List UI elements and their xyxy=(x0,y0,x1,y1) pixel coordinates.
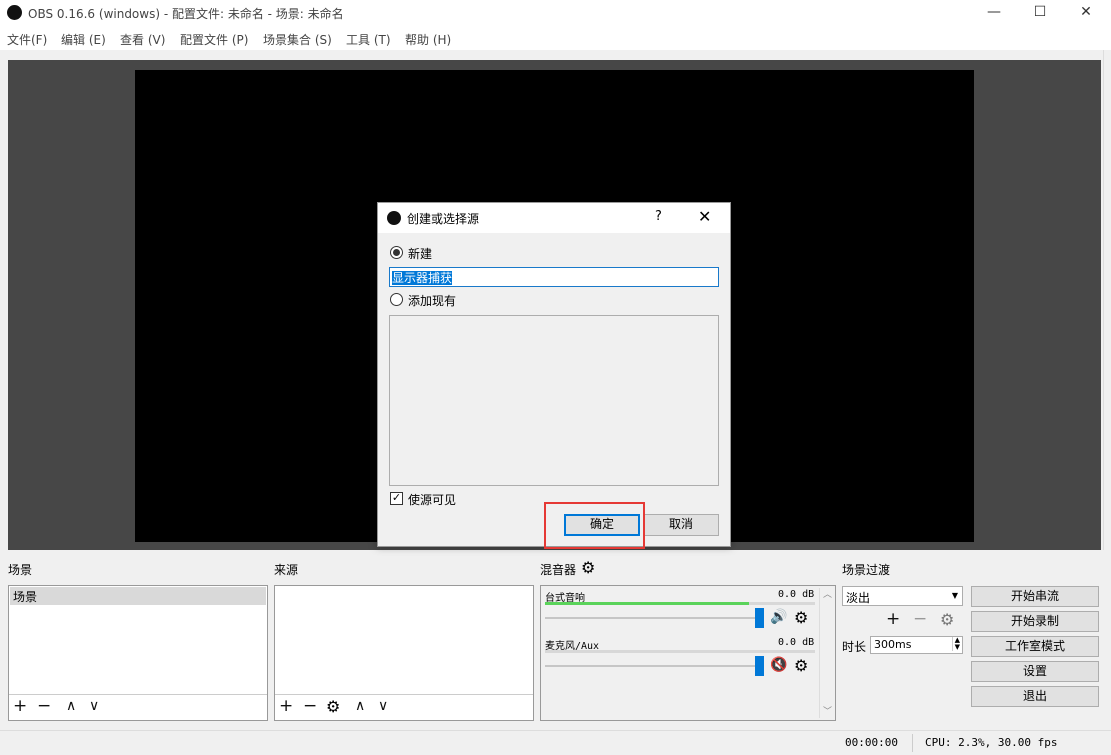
menu-file[interactable]: 文件(F) xyxy=(7,31,47,48)
transitions-label: 场景过渡 xyxy=(842,563,891,577)
make-visible-checkbox[interactable]: ✓ xyxy=(390,492,403,505)
dialog-title: 创建或选择源 xyxy=(407,212,480,226)
source-name-value: 显示器捕获 xyxy=(392,271,453,285)
menu-bar: 文件(F) 编辑 (E) 查看 (V) 配置文件 (P) 场景集合 (S) 工具… xyxy=(0,26,1111,50)
close-window-button[interactable]: ✕ xyxy=(1063,0,1109,26)
cpu-fps: CPU: 2.3%, 30.00 fps xyxy=(925,736,1058,749)
minimize-button[interactable]: — xyxy=(971,0,1017,26)
volume-slider-handle[interactable] xyxy=(755,656,764,676)
volume-slider-handle[interactable] xyxy=(755,608,764,628)
chevron-down-icon: ▼ xyxy=(951,591,958,600)
menu-edit[interactable]: 编辑 (E) xyxy=(61,31,106,48)
scene-up-button[interactable]: ∧ xyxy=(66,698,76,715)
menu-scene-collection[interactable]: 场景集合 (S) xyxy=(263,31,332,48)
volume-meter-level xyxy=(545,602,749,605)
remove-source-button[interactable]: − xyxy=(303,698,317,715)
right-scrollbar[interactable] xyxy=(1103,50,1111,550)
duration-label: 时长 xyxy=(842,640,867,654)
cancel-button[interactable]: 取消 xyxy=(643,514,719,536)
make-visible-label: 使源可见 xyxy=(408,493,457,507)
menu-profile[interactable]: 配置文件 (P) xyxy=(180,31,248,48)
remove-transition-button[interactable]: − xyxy=(913,611,927,628)
scene-list-item[interactable]: 场景 xyxy=(10,587,266,605)
stream-time: 00:00:00 xyxy=(845,736,898,749)
remove-scene-button[interactable]: − xyxy=(37,698,51,715)
add-source-button[interactable]: + xyxy=(279,698,293,715)
duration-input[interactable]: 300ms ▲ ▼ xyxy=(870,636,963,654)
divider xyxy=(9,694,267,695)
obs-logo-icon xyxy=(7,5,22,20)
obs-logo-icon xyxy=(387,211,401,225)
mixer-label: 混音器 xyxy=(540,563,577,577)
channel-gear-icon[interactable]: ⚙ xyxy=(794,608,808,627)
transition-select[interactable]: 淡出 ▼ xyxy=(842,586,963,606)
sources-label: 来源 xyxy=(274,563,299,577)
transition-gear-icon[interactable]: ⚙ xyxy=(940,610,954,629)
source-name-input[interactable]: 显示器捕获 xyxy=(389,267,719,287)
radio-new-label: 新建 xyxy=(408,247,433,261)
studio-mode-button[interactable]: 工作室模式 xyxy=(971,636,1099,657)
source-up-button[interactable]: ∧ xyxy=(355,698,365,715)
channel-db: 0.0 dB xyxy=(778,637,815,648)
transition-select-value: 淡出 xyxy=(846,591,871,605)
scenes-label: 场景 xyxy=(8,563,33,577)
add-transition-button[interactable]: + xyxy=(886,611,900,628)
settings-button[interactable]: 设置 xyxy=(971,661,1099,682)
speaker-icon[interactable]: 🔊 xyxy=(770,609,787,625)
radio-add-existing-label: 添加现有 xyxy=(408,294,457,308)
radio-add-existing[interactable] xyxy=(390,293,403,306)
volume-meter-track xyxy=(545,650,815,653)
source-down-button[interactable]: ∨ xyxy=(378,698,388,715)
spinner-icon[interactable]: ▲ ▼ xyxy=(951,637,960,651)
status-bar: 00:00:00 CPU: 2.3%, 30.00 fps xyxy=(0,730,1111,755)
maximize-button[interactable]: ☐ xyxy=(1017,0,1063,26)
radio-new[interactable] xyxy=(390,246,403,259)
divider xyxy=(912,734,913,752)
mixer-panel: 台式音响 0.0 dB 🔊 ⚙ 麦克风/Aux 0.0 dB 🔇 ⚙ ︿ ﹀ xyxy=(540,585,836,721)
menu-view[interactable]: 查看 (V) xyxy=(120,31,165,48)
highlight-box xyxy=(544,502,645,549)
dialog-title-bar: 创建或选择源 ? ✕ xyxy=(378,203,730,233)
muted-speaker-icon[interactable]: 🔇 xyxy=(770,657,787,673)
mixer-gear-icon[interactable]: ⚙ xyxy=(581,558,595,577)
volume-slider[interactable] xyxy=(545,617,755,619)
source-properties-gear-icon[interactable]: ⚙ xyxy=(326,698,340,715)
help-button[interactable]: ? xyxy=(655,209,662,224)
dialog-close-button[interactable]: ✕ xyxy=(698,207,711,226)
menu-help[interactable]: 帮助 (H) xyxy=(405,31,451,48)
exit-button[interactable]: 退出 xyxy=(971,686,1099,707)
start-recording-button[interactable]: 开始录制 xyxy=(971,611,1099,632)
mixer-scrollbar[interactable]: ︿ ﹀ xyxy=(819,588,833,718)
title-bar: OBS 0.16.6 (windows) - 配置文件: 未命名 - 场景: 未… xyxy=(0,0,1111,26)
volume-slider[interactable] xyxy=(545,665,755,667)
create-source-dialog: 创建或选择源 ? ✕ 新建 显示器捕获 添加现有 ✓ 使源可见 确定 取消 xyxy=(377,202,731,547)
existing-sources-list[interactable] xyxy=(389,315,719,486)
start-streaming-button[interactable]: 开始串流 xyxy=(971,586,1099,607)
window-title: OBS 0.16.6 (windows) - 配置文件: 未命名 - 场景: 未… xyxy=(28,7,344,21)
scene-down-button[interactable]: ∨ xyxy=(89,698,99,715)
add-scene-button[interactable]: + xyxy=(13,698,27,715)
duration-value: 300ms xyxy=(874,638,912,651)
menu-tools[interactable]: 工具 (T) xyxy=(346,31,391,48)
channel-gear-icon[interactable]: ⚙ xyxy=(794,656,808,675)
channel-db: 0.0 dB xyxy=(778,589,815,600)
divider xyxy=(275,694,533,695)
